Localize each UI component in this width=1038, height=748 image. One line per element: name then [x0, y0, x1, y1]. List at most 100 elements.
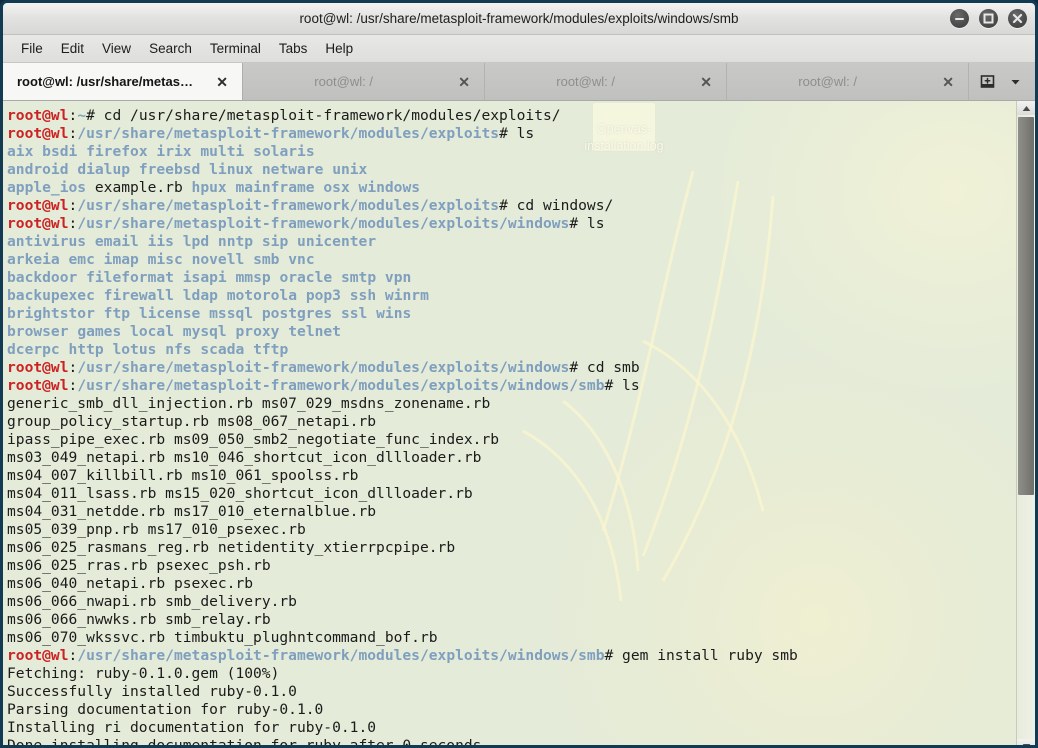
terminal-area[interactable]: Openvas-installation.log root@wl:~# cd /… — [3, 101, 1035, 745]
directory-name: firefox — [86, 143, 148, 160]
menu-item-tabs[interactable]: Tabs — [270, 39, 317, 58]
file-name: example.rb — [94, 179, 183, 196]
directory-name: mainframe — [235, 179, 315, 196]
menu-item-help[interactable]: Help — [316, 39, 362, 58]
file-name: ms06_066_nwwks.rb — [7, 611, 157, 628]
tab-label: root@wl: / — [556, 74, 615, 89]
maximize-button[interactable] — [979, 9, 998, 28]
menu-item-edit[interactable]: Edit — [52, 39, 93, 58]
file-name — [165, 431, 174, 448]
directory-name: dcerpc — [7, 341, 60, 358]
terminal-prompt-line: root@wl:~# cd /usr/share/metasploit-fram… — [7, 107, 1013, 125]
tab-label: root@wl: /usr/share/metas… — [17, 74, 193, 89]
file-name — [332, 269, 341, 286]
file-name — [95, 251, 104, 268]
tab-close-icon[interactable]: ✕ — [686, 75, 726, 89]
terminal-tab-3[interactable]: root@wl: / ✕ — [485, 63, 727, 100]
directory-name: mmsp — [235, 269, 271, 286]
file-name — [297, 287, 306, 304]
menu-item-view[interactable]: View — [93, 39, 140, 58]
file-name — [69, 161, 78, 178]
new-tab-button[interactable] — [974, 69, 1000, 95]
file-name: ms04_007_killbill.rb — [7, 467, 183, 484]
file-name — [183, 467, 192, 484]
directory-name: lotus — [112, 341, 157, 358]
terminal-prompt-line: root@wl:/usr/share/metasploit-framework/… — [7, 125, 1013, 143]
tab-close-icon[interactable]: ✕ — [202, 75, 242, 89]
file-name: ms06_066_nwapi.rb — [7, 593, 157, 610]
scroll-up-button[interactable] — [1017, 101, 1035, 115]
file-name — [200, 161, 209, 178]
terminal-prompt-line: root@wl:/usr/share/metasploit-framework/… — [7, 377, 1013, 395]
terminal-tab-2[interactable]: root@wl: / ✕ — [243, 63, 485, 100]
terminal-listing-line: backupexec firewall ldap motorola pop3 s… — [7, 287, 1013, 305]
directory-name: antivirus — [7, 233, 87, 250]
terminal-tab-4[interactable]: root@wl: / ✕ — [727, 63, 969, 100]
terminal-prompt-line: root@wl:/usr/share/metasploit-framework/… — [7, 215, 1013, 233]
directory-name: http — [68, 341, 104, 358]
terminal-listing-line: aix bsdi firefox irix multi solaris — [7, 143, 1013, 161]
directory-name: ldap — [182, 287, 218, 304]
file-name — [156, 593, 165, 610]
terminal-text: # cd smb — [569, 359, 640, 376]
directory-name: smb — [253, 251, 280, 268]
file-name — [209, 233, 218, 250]
prompt-path: /usr/share/metasploit-framework/modules/… — [77, 359, 570, 376]
file-name — [130, 161, 139, 178]
file-name — [244, 143, 253, 160]
scrollbar-thumb[interactable] — [1018, 117, 1034, 495]
directory-name: aix — [7, 143, 34, 160]
minimize-icon — [955, 18, 964, 20]
terminal-output-line: Fetching: ruby-0.1.0.gem (100%) — [7, 665, 1013, 683]
caret-up-icon — [1022, 105, 1030, 111]
prompt-path: /usr/share/metasploit-framework/modules/… — [77, 125, 500, 142]
file-name: ms15_020_shortcut_icon_dllloader.rb — [165, 485, 473, 502]
file-name — [209, 539, 218, 556]
directory-name: license — [138, 305, 201, 322]
terminal-listing-line: dcerpc http lotus nfs scada tftp — [7, 341, 1013, 359]
file-name — [60, 341, 69, 358]
terminal-text: : — [68, 359, 78, 376]
file-name: ms08_067_netapi.rb — [217, 413, 377, 430]
file-name — [174, 287, 183, 304]
menu-item-search[interactable]: Search — [140, 39, 201, 58]
directory-name: multi — [200, 143, 245, 160]
directory-name: games — [77, 323, 122, 340]
menu-item-file[interactable]: File — [12, 39, 52, 58]
file-name — [376, 269, 385, 286]
minimize-button[interactable] — [950, 9, 969, 28]
directory-name: dialup — [77, 161, 131, 178]
tab-bar: root@wl: /usr/share/metas… ✕ root@wl: / ✕ ro… — [3, 63, 1035, 101]
directory-name: winrm — [384, 287, 429, 304]
file-name — [33, 143, 42, 160]
directory-name: browser — [7, 323, 69, 340]
directory-name: local — [130, 323, 174, 340]
scroll-down-button[interactable] — [1017, 739, 1035, 745]
file-name: psexec_psh.rb — [156, 557, 271, 574]
prompt-user-host: root@wl — [7, 359, 69, 376]
file-name: ms07_029_msdns_zonename.rb — [261, 395, 491, 412]
prompt-path: /usr/share/metasploit-framework/modules/… — [77, 647, 605, 664]
file-name: Fetching: ruby-0.1.0.gem (100%) — [7, 665, 280, 682]
file-name — [139, 521, 148, 538]
file-name — [77, 269, 86, 286]
menu-item-terminal[interactable]: Terminal — [201, 39, 270, 58]
terminal-listing-line: backdoor fileformat isapi mmsp oracle sm… — [7, 269, 1013, 287]
terminal-listing-line: ms06_070_wkssvc.rb timbuktu_plughntcomma… — [7, 629, 1013, 647]
tab-close-icon[interactable]: ✕ — [444, 75, 484, 89]
directory-name: smtp — [340, 269, 377, 286]
tab-close-icon[interactable]: ✕ — [928, 75, 968, 89]
tab-list-button[interactable] — [1002, 69, 1028, 95]
file-name: Successfully installed ruby-0.1.0 — [7, 683, 297, 700]
terminal-tab-1[interactable]: root@wl: /usr/share/metas… ✕ — [3, 63, 243, 100]
file-name — [95, 305, 104, 322]
file-name — [253, 161, 262, 178]
directory-name: solaris — [253, 143, 315, 160]
file-name — [200, 305, 209, 322]
prompt-path: /usr/share/metasploit-framework/modules/… — [77, 377, 605, 394]
close-button[interactable] — [1008, 9, 1027, 28]
directory-name: netware — [261, 161, 324, 178]
terminal-text: # cd /usr/share/metasploit-framework/mod… — [86, 107, 561, 124]
file-name: ms05_039_pnp.rb — [7, 521, 139, 538]
terminal-scrollbar[interactable] — [1016, 101, 1035, 745]
